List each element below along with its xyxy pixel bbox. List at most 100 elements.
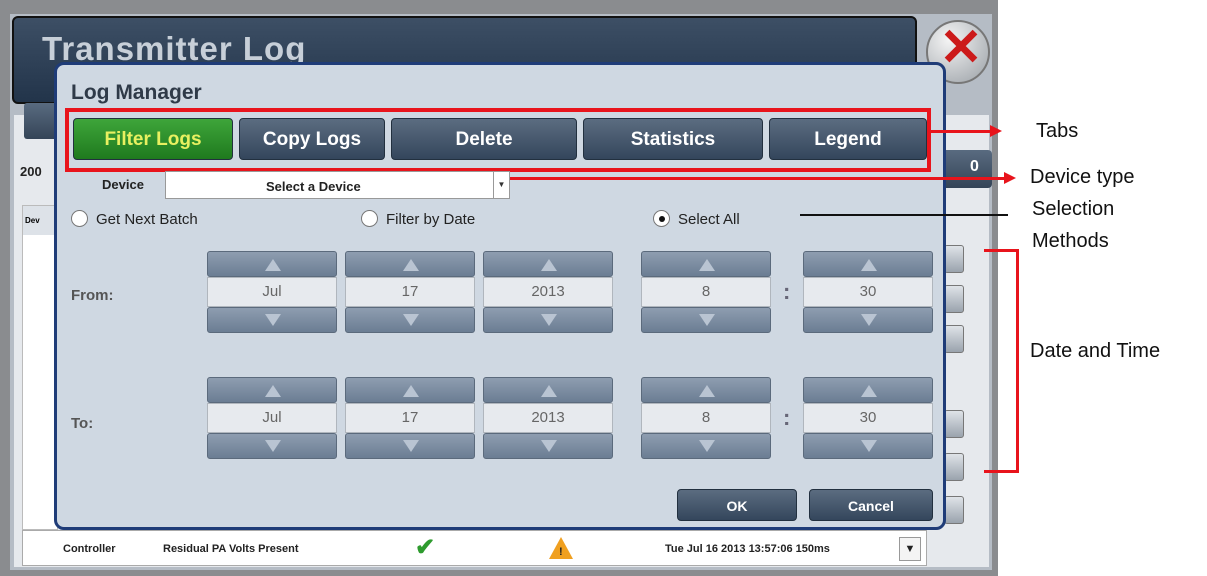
device-type-callout-line [510, 177, 1006, 180]
decrement-button[interactable] [803, 307, 933, 333]
radio-circle [71, 210, 88, 227]
arrow-up-icon [265, 259, 281, 271]
arrow-down-icon [699, 314, 715, 326]
row-event: Residual PA Volts Present [163, 543, 299, 555]
tab-copy-logs[interactable]: Copy Logs [239, 118, 385, 160]
device-label: Device [102, 177, 144, 192]
arrow-up-icon [541, 259, 557, 271]
tab-delete[interactable]: Delete [391, 118, 577, 160]
table-row[interactable]: Controller Residual PA Volts Present ✔ !… [22, 530, 927, 566]
tab-legend[interactable]: Legend [769, 118, 927, 160]
background-year-text: 200 [20, 164, 42, 179]
decrement-button[interactable] [345, 307, 475, 333]
arrow-up-icon [699, 259, 715, 271]
time-separator: : [783, 405, 791, 430]
decrement-button[interactable] [207, 307, 337, 333]
cancel-button[interactable]: Cancel [809, 489, 933, 521]
increment-button[interactable] [641, 377, 771, 403]
page-up-icon[interactable] [944, 285, 964, 313]
date-bracket-top [984, 249, 1018, 252]
arrow-up-icon [265, 385, 281, 397]
line-up-icon[interactable] [944, 325, 964, 353]
to-hour-spinner: 8 [641, 377, 771, 459]
row-device: Controller [63, 543, 116, 555]
from-month-value[interactable]: Jul [207, 277, 337, 307]
increment-button[interactable] [483, 377, 613, 403]
arrow-down-icon [265, 440, 281, 452]
radio-get-next-batch[interactable]: Get Next Batch [71, 210, 198, 228]
from-hour-value[interactable]: 8 [641, 277, 771, 307]
decrement-button[interactable] [483, 307, 613, 333]
arrow-up-icon [861, 385, 877, 397]
decrement-button[interactable] [207, 433, 337, 459]
scroll-top-icon[interactable] [944, 245, 964, 273]
increment-button[interactable] [803, 251, 933, 277]
increment-button[interactable] [345, 251, 475, 277]
increment-button[interactable] [207, 251, 337, 277]
to-day-value[interactable]: 17 [345, 403, 475, 433]
from-year-spinner: 2013 [483, 251, 613, 333]
scroll-bottom-icon[interactable] [944, 496, 964, 524]
from-day-spinner: 17 [345, 251, 475, 333]
annotation-tabs: Tabs [1036, 120, 1079, 142]
arrow-down-icon [699, 440, 715, 452]
annotation-selection-line2: Methods [1032, 230, 1109, 252]
from-minute-spinner: 30 [803, 251, 933, 333]
date-bracket-bottom [984, 470, 1018, 473]
to-year-spinner: 2013 [483, 377, 613, 459]
from-year-value[interactable]: 2013 [483, 277, 613, 307]
time-separator: : [783, 279, 791, 304]
annotation-device-type: Device type [1030, 166, 1135, 188]
dialog-title: Log Manager [71, 81, 202, 104]
decrement-button[interactable] [641, 433, 771, 459]
arrow-right-icon [1004, 172, 1016, 184]
radio-filter-by-date[interactable]: Filter by Date [361, 210, 475, 228]
to-hour-value[interactable]: 8 [641, 403, 771, 433]
increment-button[interactable] [345, 377, 475, 403]
row-dropdown[interactable]: ▼ [899, 537, 921, 561]
arrow-up-icon [699, 385, 715, 397]
row-timestamp: Tue Jul 16 2013 13:57:06 150ms [665, 543, 830, 555]
device-select[interactable]: Select a Device ▼ [165, 171, 510, 199]
increment-button[interactable] [207, 377, 337, 403]
background-count-button[interactable]: 0 [938, 150, 992, 188]
date-bracket-side [1016, 249, 1019, 473]
radio-circle [361, 210, 378, 227]
radio-select-all[interactable]: Select All [653, 210, 740, 228]
ok-button[interactable]: OK [677, 489, 797, 521]
increment-button[interactable] [641, 251, 771, 277]
tab-statistics[interactable]: Statistics [583, 118, 763, 160]
to-day-spinner: 17 [345, 377, 475, 459]
to-year-value[interactable]: 2013 [483, 403, 613, 433]
page-down-icon[interactable] [944, 453, 964, 481]
increment-button[interactable] [483, 251, 613, 277]
increment-button[interactable] [803, 377, 933, 403]
annotation-selection-line1: Selection [1032, 198, 1115, 220]
chevron-down-icon: ▼ [493, 172, 509, 198]
arrow-down-icon [403, 314, 419, 326]
log-manager-dialog: Log Manager Filter Logs Copy Logs Delete… [54, 62, 946, 530]
from-label: From: [71, 287, 114, 304]
decrement-button[interactable] [641, 307, 771, 333]
arrow-up-icon [403, 259, 419, 271]
arrow-down-icon [861, 314, 877, 326]
line-down-icon[interactable] [944, 410, 964, 438]
decrement-button[interactable] [803, 433, 933, 459]
arrow-down-icon [403, 440, 419, 452]
to-month-value[interactable]: Jul [207, 403, 337, 433]
arrow-up-icon [861, 259, 877, 271]
decrement-button[interactable] [483, 433, 613, 459]
decrement-button[interactable] [345, 433, 475, 459]
to-month-spinner: Jul [207, 377, 337, 459]
annotation-date-time: Date and Time [1030, 340, 1161, 362]
arrow-up-icon [541, 385, 557, 397]
to-minute-value[interactable]: 30 [803, 403, 933, 433]
arrow-down-icon [265, 314, 281, 326]
tab-filter-logs[interactable]: Filter Logs [73, 118, 233, 160]
arrow-down-icon [541, 440, 557, 452]
check-icon: ✔ [415, 534, 436, 561]
from-hour-spinner: 8 [641, 251, 771, 333]
arrow-down-icon [541, 314, 557, 326]
from-day-value[interactable]: 17 [345, 277, 475, 307]
from-minute-value[interactable]: 30 [803, 277, 933, 307]
